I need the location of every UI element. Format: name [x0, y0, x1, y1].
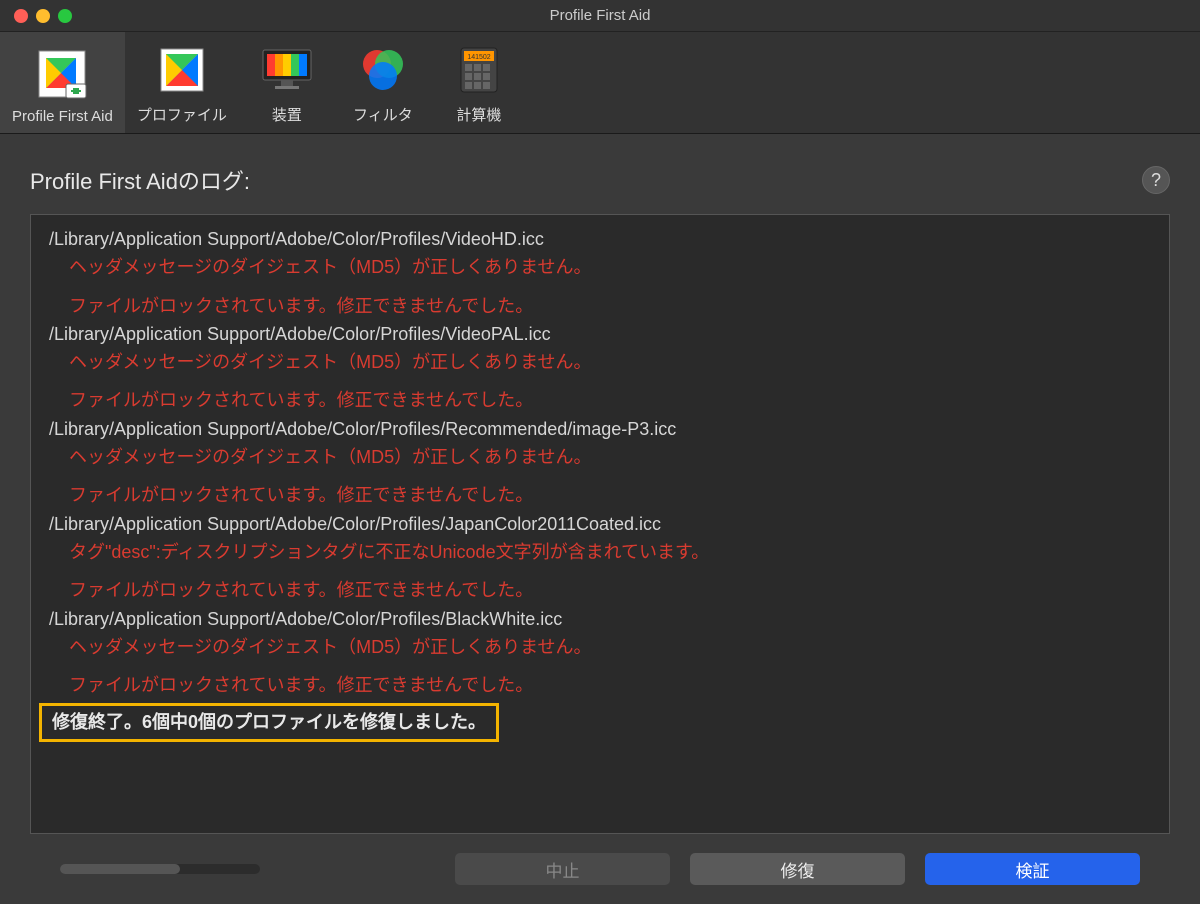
log-output[interactable]: /Library/Application Support/Adobe/Color…: [30, 214, 1170, 834]
log-path: /Library/Application Support/Adobe/Color…: [31, 605, 1169, 633]
scrollbar-thumb[interactable]: [60, 864, 180, 874]
horizontal-scrollbar[interactable]: [60, 864, 260, 874]
summary-highlight: 修復終了。6個中0個のプロファイルを修復しました。: [39, 703, 499, 741]
window-title: Profile First Aid: [0, 7, 1200, 24]
toolbar-label: 装置: [272, 104, 302, 125]
footer: 中止 修復 検証: [30, 834, 1170, 904]
log-path: /Library/Application Support/Adobe/Color…: [31, 510, 1169, 538]
log-error: ファイルがロックされています。修正できませんでした。: [31, 292, 1169, 320]
svg-text:141502: 141502: [467, 54, 490, 61]
log-path: /Library/Application Support/Adobe/Color…: [31, 320, 1169, 348]
log-error: ファイルがロックされています。修正できませんでした。: [31, 576, 1169, 604]
help-button[interactable]: ?: [1142, 166, 1170, 194]
toolbar-label: 計算機: [456, 104, 501, 125]
log-error: ファイルがロックされています。修正できませんでした。: [31, 671, 1169, 699]
log-error: ファイルがロックされています。修正できませんでした。: [31, 481, 1169, 509]
log-error: タグ"desc":ディスクリプションタグに不正なUnicode文字列が含まれてい…: [31, 538, 1169, 566]
log-error: ヘッダメッセージのダイジェスト（MD5）が正しくありません。: [31, 348, 1169, 376]
toolbar-item-profile-first-aid[interactable]: Profile First Aid: [0, 32, 125, 133]
log-error: ヘッダメッセージのダイジェスト（MD5）が正しくありません。: [31, 253, 1169, 281]
log-error: ヘッダメッセージのダイジェスト（MD5）が正しくありません。: [31, 443, 1169, 471]
profile-first-aid-icon: [34, 46, 90, 102]
toolbar-item-device[interactable]: 装置: [239, 32, 335, 133]
toolbar-item-profile[interactable]: プロファイル: [125, 32, 239, 133]
calculator-icon: 141502: [451, 42, 507, 98]
app-window: Profile First Aid Profile First Aid: [0, 0, 1200, 904]
content-area: Profile First Aidのログ: ? /Library/Applica…: [0, 134, 1200, 904]
log-error: ファイルがロックされています。修正できませんでした。: [31, 386, 1169, 414]
device-icon: [259, 42, 315, 98]
close-window-button[interactable]: [14, 9, 28, 23]
toolbar-label: フィルタ: [353, 104, 413, 125]
maximize-window-button[interactable]: [58, 9, 72, 23]
toolbar: Profile First Aid プロファイル: [0, 32, 1200, 134]
toolbar-item-filter[interactable]: フィルタ: [335, 32, 431, 133]
log-path: /Library/Application Support/Adobe/Color…: [31, 415, 1169, 443]
toolbar-label: Profile First Aid: [12, 108, 113, 125]
toolbar-item-calculator[interactable]: 141502 計算機: [431, 32, 527, 133]
traffic-lights: [0, 9, 72, 23]
filter-icon: [355, 42, 411, 98]
profile-icon: [154, 42, 210, 98]
minimize-window-button[interactable]: [36, 9, 50, 23]
repair-button[interactable]: 修復: [690, 853, 905, 885]
header-row: Profile First Aidのログ: ?: [30, 164, 1170, 196]
titlebar: Profile First Aid: [0, 0, 1200, 32]
summary-text: 修復終了。6個中0個のプロファイルを修復しました。: [52, 710, 486, 734]
log-heading: Profile First Aidのログ:: [30, 164, 1142, 196]
stop-button: 中止: [455, 853, 670, 885]
toolbar-label: プロファイル: [137, 104, 227, 125]
log-path: /Library/Application Support/Adobe/Color…: [31, 225, 1169, 253]
verify-button[interactable]: 検証: [925, 853, 1140, 885]
log-error: ヘッダメッセージのダイジェスト（MD5）が正しくありません。: [31, 633, 1169, 661]
